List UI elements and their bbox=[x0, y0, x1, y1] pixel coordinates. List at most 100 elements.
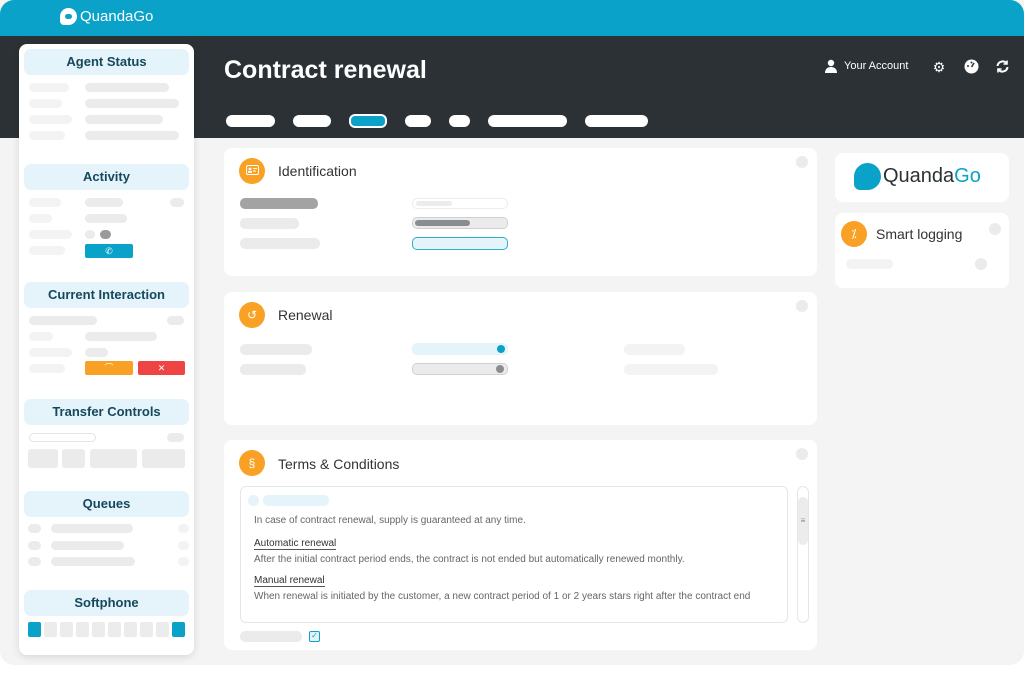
tab-2[interactable] bbox=[293, 115, 331, 127]
magic-wand-icon: ⁒ bbox=[841, 221, 867, 247]
gauge-icon[interactable] bbox=[963, 59, 979, 75]
tab-3-active[interactable] bbox=[349, 114, 387, 128]
placeholder bbox=[29, 332, 53, 341]
queue-dot bbox=[28, 541, 41, 550]
placeholder bbox=[85, 214, 127, 223]
placeholder bbox=[624, 344, 685, 355]
scrollbar-thumb[interactable]: ≡ bbox=[798, 497, 808, 545]
placeholder bbox=[29, 198, 61, 207]
id-input-3-focused[interactable] bbox=[412, 237, 508, 250]
brand-logo-large: Quanda Go bbox=[854, 163, 981, 190]
queue-item[interactable] bbox=[51, 557, 135, 566]
terms-intro: In case of contract renewal, supply is g… bbox=[254, 515, 526, 526]
placeholder bbox=[240, 631, 302, 642]
softphone-key[interactable] bbox=[172, 622, 185, 637]
tab-5[interactable] bbox=[449, 115, 470, 127]
terms-heading: Manual renewal bbox=[254, 575, 325, 587]
toggle-off[interactable] bbox=[85, 230, 95, 239]
softphone-key[interactable] bbox=[28, 622, 41, 637]
softphone-key[interactable] bbox=[44, 622, 57, 637]
section-transfer-controls[interactable]: Transfer Controls bbox=[24, 399, 189, 425]
placeholder bbox=[85, 83, 169, 92]
placeholder bbox=[263, 495, 329, 506]
softphone-key[interactable] bbox=[76, 622, 89, 637]
transfer-button[interactable] bbox=[142, 449, 185, 468]
placeholder bbox=[29, 230, 72, 239]
renewal-card: ↺ Renewal bbox=[224, 292, 817, 425]
terms-heading: Automatic renewal bbox=[254, 538, 337, 550]
brand-name: QuandaGo bbox=[80, 8, 154, 25]
softphone-key[interactable] bbox=[108, 622, 121, 637]
queue-item[interactable] bbox=[51, 541, 124, 550]
tab-1[interactable] bbox=[226, 115, 275, 127]
refresh-icon[interactable] bbox=[994, 59, 1010, 75]
card-title: Terms & Conditions bbox=[278, 456, 400, 472]
logo-icon bbox=[60, 8, 77, 25]
placeholder bbox=[29, 131, 65, 140]
queue-item[interactable] bbox=[51, 524, 133, 533]
id-input-2[interactable] bbox=[412, 217, 508, 229]
card-title: Smart logging bbox=[876, 226, 963, 242]
placeholder bbox=[29, 364, 65, 373]
renewal-toggle-off[interactable] bbox=[412, 363, 508, 375]
account-label: Your Account bbox=[844, 60, 909, 72]
toggle-knob[interactable] bbox=[100, 230, 111, 239]
softphone-key[interactable] bbox=[156, 622, 169, 637]
placeholder bbox=[240, 238, 320, 249]
softphone-key[interactable] bbox=[124, 622, 137, 637]
phone-plus-icon: ✆ bbox=[105, 246, 113, 256]
renewal-toggle-on[interactable] bbox=[412, 343, 508, 355]
placeholder bbox=[167, 433, 184, 442]
card-menu-dot[interactable] bbox=[796, 300, 808, 312]
section-queues[interactable]: Queues bbox=[24, 491, 189, 517]
card-menu-dot[interactable] bbox=[796, 156, 808, 168]
terms-text: After the initial contract period ends, … bbox=[254, 554, 685, 565]
id-input-1[interactable] bbox=[412, 198, 508, 209]
softphone-key[interactable] bbox=[140, 622, 153, 637]
transfer-button[interactable] bbox=[62, 449, 85, 468]
card-title: Identification bbox=[278, 163, 357, 179]
tab-bar bbox=[226, 114, 666, 128]
undo-icon: ↺ bbox=[239, 302, 265, 328]
top-bar: QuandaGo bbox=[0, 0, 1024, 36]
accept-checkbox[interactable]: ✓ bbox=[309, 631, 320, 642]
placeholder bbox=[240, 198, 318, 209]
account-button[interactable]: Your Account bbox=[824, 59, 908, 73]
placeholder bbox=[85, 332, 157, 341]
section-current-interaction[interactable]: Current Interaction bbox=[24, 282, 189, 308]
user-icon bbox=[825, 59, 837, 73]
tab-7[interactable] bbox=[585, 115, 648, 127]
placeholder bbox=[29, 115, 72, 124]
transfer-button[interactable] bbox=[90, 449, 137, 468]
card-menu-dot[interactable] bbox=[989, 223, 1001, 235]
placeholder bbox=[240, 344, 312, 355]
add-call-button[interactable]: ✆ bbox=[85, 244, 133, 258]
hold-button[interactable]: ⌒ bbox=[85, 361, 133, 375]
softphone-key[interactable] bbox=[92, 622, 105, 637]
transfer-input[interactable] bbox=[29, 433, 96, 442]
tab-6[interactable] bbox=[488, 115, 567, 127]
brand-logo: QuandaGo bbox=[60, 8, 153, 25]
tab-4[interactable] bbox=[405, 115, 431, 127]
placeholder bbox=[170, 198, 184, 207]
section-activity[interactable]: Activity bbox=[24, 164, 189, 190]
brand-card: Quanda Go bbox=[835, 153, 1009, 202]
section-softphone[interactable]: Softphone bbox=[24, 590, 189, 616]
hangup-button[interactable]: ✕ bbox=[138, 361, 185, 375]
placeholder bbox=[846, 259, 893, 269]
transfer-button[interactable] bbox=[28, 449, 58, 468]
section-agent-status[interactable]: Agent Status bbox=[24, 49, 189, 75]
placeholder bbox=[85, 115, 163, 124]
status-dot bbox=[975, 258, 987, 270]
placeholder bbox=[29, 214, 52, 223]
placeholder bbox=[248, 495, 259, 506]
softphone-keys bbox=[28, 622, 185, 637]
gear-icon[interactable]: ⚙ bbox=[931, 59, 947, 75]
placeholder bbox=[29, 99, 62, 108]
section-icon: § bbox=[239, 450, 265, 476]
softphone-key[interactable] bbox=[60, 622, 73, 637]
card-menu-dot[interactable] bbox=[796, 448, 808, 460]
page-title: Contract renewal bbox=[224, 56, 427, 84]
scrollbar[interactable]: ≡ bbox=[797, 486, 809, 623]
placeholder bbox=[85, 131, 179, 140]
